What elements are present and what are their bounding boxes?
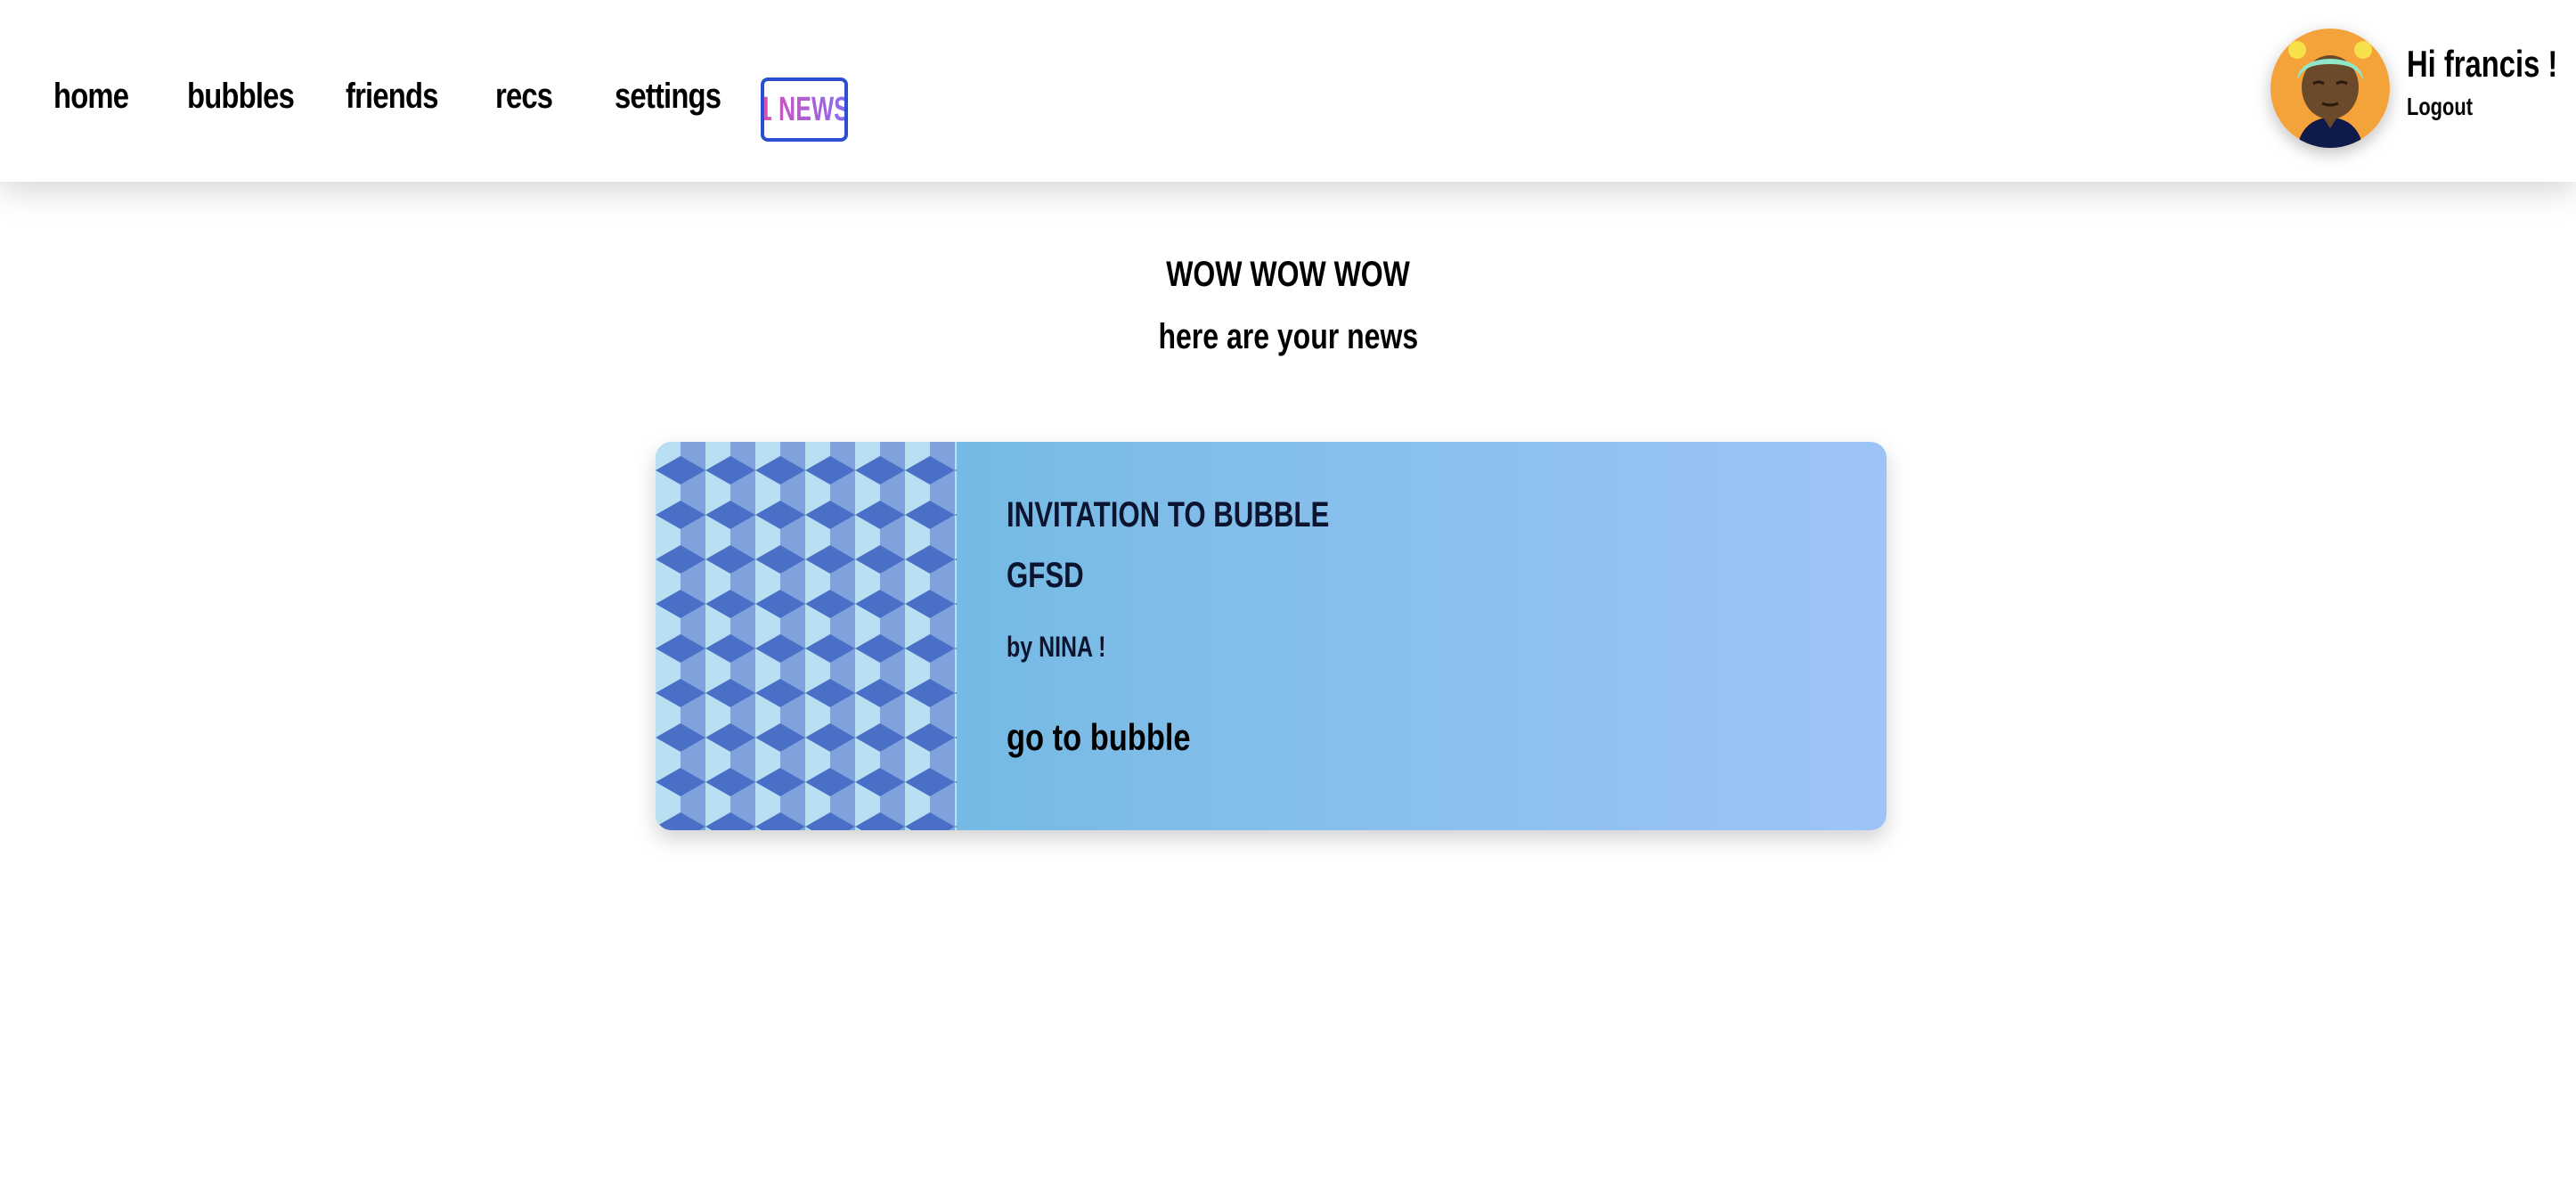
news-card-title: INVITATION TO BUBBLE [1007,495,1330,534]
nav-link-recs[interactable]: recs [495,77,553,117]
news-card-body: INVITATION TO BUBBLE GFSD by NINA ! go t… [957,442,1887,830]
nav-link-settings[interactable]: settings [615,77,721,117]
news-card-author: by NINA ! [1007,631,1106,663]
nav-link-bubbles[interactable]: bubbles [187,77,295,117]
page-subheadline-text: here are your news [1158,317,1418,356]
page-subheadline: here are your news [0,317,2576,357]
nav-link-friends[interactable]: friends [346,77,438,117]
logout-link[interactable]: Logout [2407,93,2473,121]
cube-pattern-image [656,442,957,830]
avatar-portrait-icon [2270,29,2390,148]
news-button[interactable]: 1 NEWS [761,78,848,142]
go-to-bubble-link[interactable]: go to bubble [1007,716,1191,759]
nav-links: home bubbles friends recs settings [53,77,778,117]
page-headline-text: WOW WOW WOW [1166,255,1410,294]
top-navbar: home bubbles friends recs settings 1 NEW… [0,0,2576,182]
news-button-label: 1 NEWS [764,91,844,129]
avatar[interactable] [2270,29,2390,148]
news-card-bubble-name: GFSD [1007,556,1084,595]
user-greeting: Hi francis ! [2407,43,2558,85]
news-card: INVITATION TO BUBBLE GFSD by NINA ! go t… [656,442,1887,830]
nav-link-home[interactable]: home [53,77,129,117]
page-headline: WOW WOW WOW [0,255,2576,295]
